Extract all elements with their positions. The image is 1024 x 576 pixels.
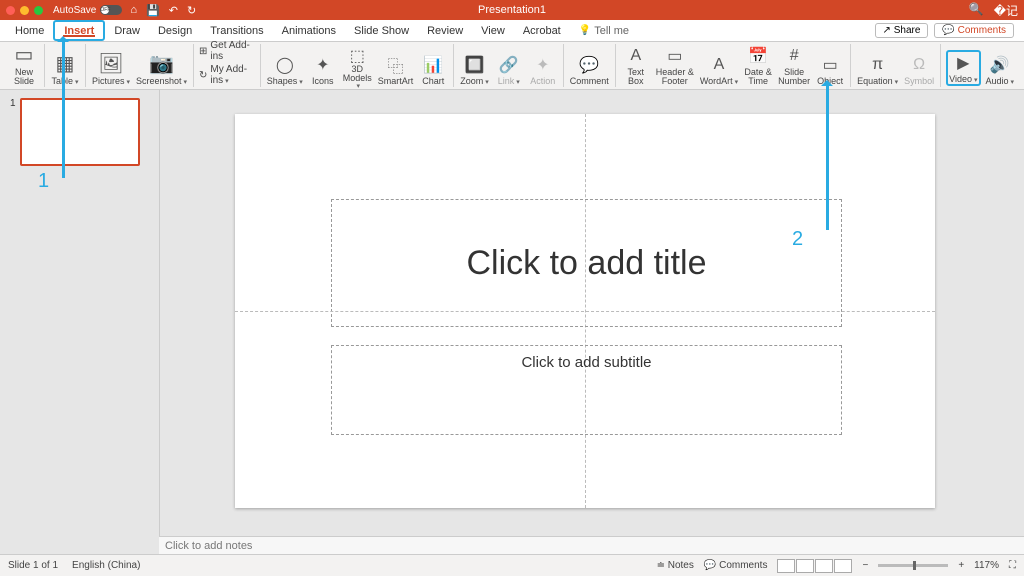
search-icon[interactable]: 🔍 [969, 2, 984, 19]
close-window-icon[interactable] [6, 6, 15, 15]
comments-toggle[interactable]: 💬 Comments [704, 560, 768, 571]
ribbon-options-icon[interactable]: �记 [994, 2, 1018, 19]
smartart-button[interactable]: ⿻SmartArt [377, 54, 415, 86]
tab-view[interactable]: View [472, 20, 514, 41]
shapes-button[interactable]: ◯Shapes [266, 54, 304, 86]
zoom-percent[interactable]: 117% [974, 560, 999, 571]
slide-canvas-area[interactable]: Click to add title Click to add subtitle [160, 90, 1024, 554]
redo-icon[interactable]: ↻ [187, 4, 196, 17]
tab-acrobat[interactable]: Acrobat [514, 20, 570, 41]
zoom-out-button[interactable]: − [862, 560, 868, 571]
slide-counter: Slide 1 of 1 [8, 560, 58, 571]
tab-design[interactable]: Design [149, 20, 201, 41]
language-indicator[interactable]: English (China) [72, 560, 140, 571]
annotation-label-1: 1 [38, 170, 49, 193]
undo-icon[interactable]: ↶ [169, 4, 178, 17]
date-time-icon: 📅 [747, 45, 769, 67]
audio-icon: 🔊 [989, 54, 1011, 76]
my-addins-button[interactable]: ↻ My Add-ins [199, 64, 255, 86]
status-bar: Slide 1 of 1 English (China) ≐ Notes 💬 C… [0, 554, 1024, 576]
screenshot-icon: 📷 [148, 50, 174, 76]
autosave-toggle[interactable]: AutoSave OFF [53, 5, 122, 16]
notes-pane[interactable]: Click to add notes [159, 536, 1024, 554]
thumbnail-number: 1 [10, 98, 16, 166]
home-icon[interactable]: ⌂ [130, 4, 137, 17]
view-switcher[interactable] [777, 559, 852, 573]
save-icon[interactable]: 💾 [146, 4, 160, 17]
tab-draw[interactable]: Draw [105, 20, 149, 41]
comment-icon: 💬 [578, 54, 600, 76]
symbol-button: ΩSymbol [903, 54, 935, 86]
zoom-slider[interactable] [878, 564, 948, 567]
smartart-icon: ⿻ [385, 54, 407, 76]
3d-models-button[interactable]: ⬚3D Models [342, 45, 373, 86]
video-button[interactable]: ▶Video [946, 50, 980, 86]
table-icon: ▦ [52, 50, 78, 76]
text-box-button[interactable]: AText Box [621, 45, 651, 86]
autosave-label: AutoSave [53, 5, 96, 16]
notes-toggle[interactable]: ≐ Notes [657, 560, 694, 571]
window-controls [6, 6, 43, 15]
tell-me-search[interactable]: Tell me [570, 20, 638, 41]
text-box-icon: A [625, 45, 647, 67]
zoom-button[interactable]: 🔲Zoom [459, 54, 489, 86]
main-area: 1 Click to add title Click to add subtit… [0, 90, 1024, 554]
wordart-icon: A [708, 54, 730, 76]
minimize-window-icon[interactable] [20, 6, 29, 15]
annotation-arrow-2 [826, 82, 829, 230]
slide-number-icon: # [783, 45, 805, 67]
title-placeholder[interactable]: Click to add title [331, 199, 842, 327]
icons-button[interactable]: ✦Icons [308, 54, 338, 86]
annotation-arrow-1 [62, 38, 65, 178]
table-button[interactable]: ▦Table [50, 50, 80, 86]
link-button: 🔗Link [494, 54, 524, 86]
action-icon: ✦ [532, 54, 554, 76]
autosave-state: OFF [101, 6, 109, 14]
ribbon-insert: ▭New Slide ▦Table 🖼Pictures 📷Screenshot … [0, 42, 1024, 90]
titlebar: AutoSave OFF ⌂ 💾 ↶ ↻ Presentation1 🔍 �记 [0, 0, 1024, 20]
slide-number-button[interactable]: #Slide Number [777, 45, 811, 86]
action-button: ✦Action [528, 54, 558, 86]
video-icon: ▶ [952, 52, 974, 74]
pictures-button[interactable]: 🖼Pictures [91, 50, 131, 86]
chart-icon: 📊 [422, 54, 444, 76]
header-footer-icon: ▭ [664, 45, 686, 67]
new-slide-icon: ▭ [11, 41, 37, 67]
symbol-icon: Ω [908, 54, 930, 76]
new-slide-button[interactable]: ▭New Slide [9, 41, 39, 86]
tab-transitions[interactable]: Transitions [201, 20, 272, 41]
tab-slideshow[interactable]: Slide Show [345, 20, 418, 41]
get-addins-button[interactable]: ⊞ Get Add-ins [199, 40, 255, 62]
tab-home[interactable]: Home [6, 20, 53, 41]
comment-button[interactable]: 💬Comment [569, 54, 610, 86]
share-button[interactable]: ↗ Share [875, 23, 929, 38]
equation-icon: π [867, 54, 889, 76]
link-icon: 🔗 [498, 54, 520, 76]
object-icon: ▭ [819, 54, 841, 76]
ribbon-tabs: Home Insert Draw Design Transitions Anim… [0, 20, 1024, 42]
shapes-icon: ◯ [274, 54, 296, 76]
comments-pane-button[interactable]: Comments [934, 23, 1014, 38]
date-time-button[interactable]: 📅Date & Time [743, 45, 773, 86]
annotation-label-2: 2 [792, 228, 803, 251]
fit-to-window-button[interactable]: ⛶ [1009, 560, 1016, 571]
document-title: Presentation1 [478, 4, 546, 16]
tab-review[interactable]: Review [418, 20, 472, 41]
slide-1[interactable]: Click to add title Click to add subtitle [235, 114, 935, 508]
audio-button[interactable]: 🔊Audio [985, 54, 1016, 86]
equation-button[interactable]: πEquation [856, 54, 899, 86]
fullscreen-window-icon[interactable] [34, 6, 43, 15]
wordart-button[interactable]: AWordArt [699, 54, 739, 86]
header-footer-button[interactable]: ▭Header & Footer [655, 45, 695, 86]
screenshot-button[interactable]: 📷Screenshot [135, 50, 188, 86]
chart-button[interactable]: 📊Chart [418, 54, 448, 86]
slide-thumbnails-pane: 1 [0, 90, 160, 554]
slide-thumbnail-1[interactable] [20, 98, 140, 166]
icons-icon: ✦ [312, 54, 334, 76]
pictures-icon: 🖼 [98, 50, 124, 76]
zoom-icon: 🔲 [464, 54, 486, 76]
tab-animations[interactable]: Animations [273, 20, 345, 41]
zoom-in-button[interactable]: + [958, 560, 964, 571]
subtitle-placeholder[interactable]: Click to add subtitle [331, 345, 842, 435]
